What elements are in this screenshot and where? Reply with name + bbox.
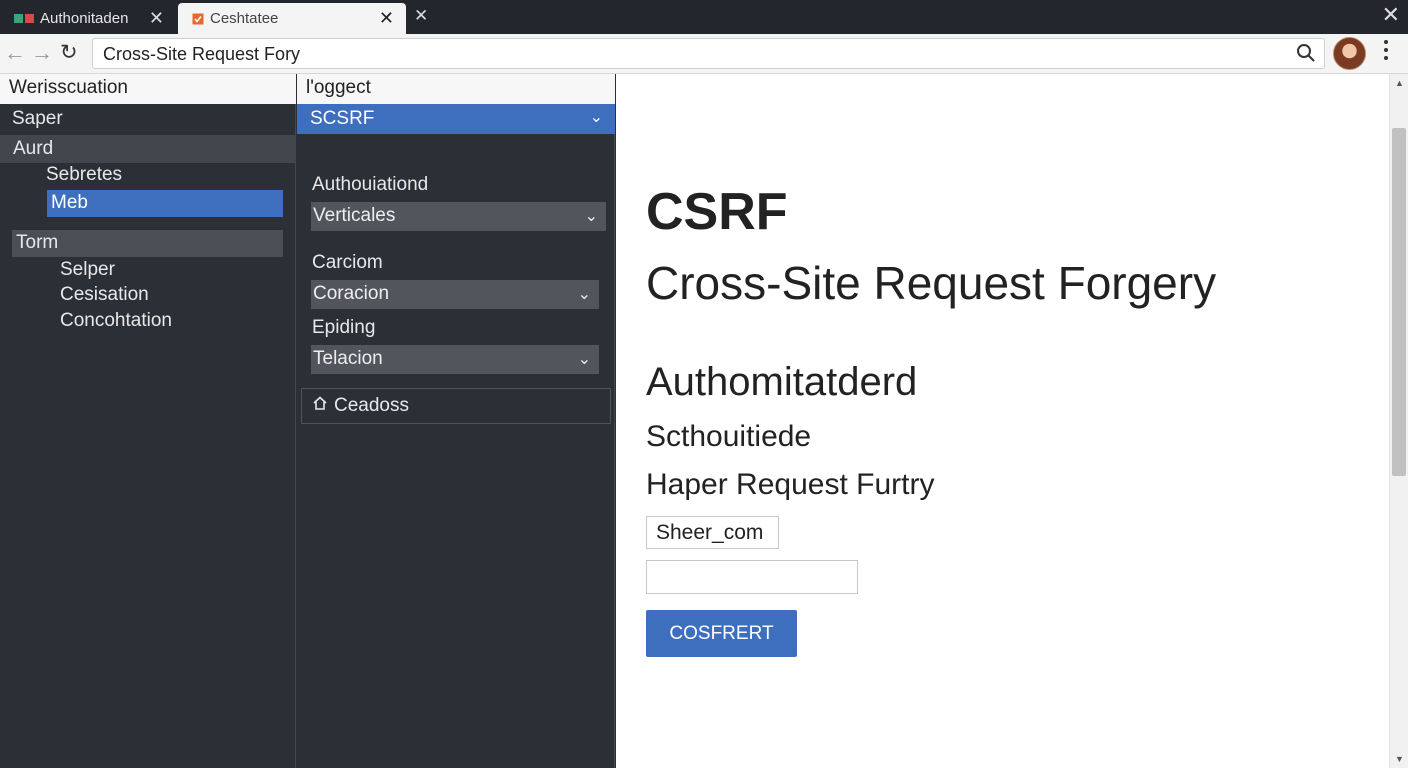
avatar[interactable]: [1333, 37, 1366, 70]
attack-type-select[interactable]: SCSRF ⌄: [297, 104, 615, 134]
search-icon[interactable]: [1296, 43, 1316, 68]
sidebar-item-saper[interactable]: Saper: [12, 108, 63, 130]
url-text[interactable]: Cross-Site Request Fory: [103, 44, 300, 65]
chevron-down-icon: ⌄: [577, 286, 591, 303]
reload-icon[interactable]: ↻: [60, 40, 78, 65]
tab-favicon: [192, 13, 204, 25]
close-icon[interactable]: ✕: [149, 8, 164, 29]
main-content: CSRF Cross-Site Request Forgery Authomit…: [616, 74, 1389, 768]
sidebar-item-selper[interactable]: Selper: [60, 259, 115, 281]
sidebar-header: Werisscuation: [0, 74, 296, 104]
sidebar-item-sebretes[interactable]: Sebretes: [46, 164, 122, 186]
home-icon: [312, 395, 328, 417]
window-close-icon[interactable]: ✕: [1382, 2, 1400, 28]
options-panel: l'oggect SCSRF ⌄ Authouiationd Verticale…: [297, 74, 615, 768]
scroll-down-icon[interactable]: ▼: [1395, 754, 1404, 764]
sidebar-item-concohtation[interactable]: Concohtation: [60, 310, 172, 332]
kebab-menu-icon[interactable]: [1380, 40, 1392, 60]
close-icon[interactable]: ✕: [414, 6, 428, 26]
back-arrow-icon[interactable]: ←: [4, 40, 26, 66]
button-label: Ceadoss: [334, 395, 409, 416]
tab-title: Authonitaden: [40, 10, 129, 27]
submit-button[interactable]: COSFRERT: [646, 610, 797, 657]
domain-input[interactable]: [646, 516, 779, 549]
browser-toolbar: ← → ↻ Cross-Site Request Fory: [0, 34, 1408, 74]
section-text: Haper Request Furtry: [646, 468, 935, 501]
chevron-down-icon: ⌄: [577, 351, 591, 368]
sidebar: Werisscuation Saper Aurd Sebretes Meb To…: [0, 74, 296, 768]
scrollbar-thumb[interactable]: [1392, 128, 1406, 476]
text-input[interactable]: [646, 560, 858, 594]
scrollbar[interactable]: ▲ ▼: [1389, 74, 1408, 768]
dropdown-coracion[interactable]: Coracion ⌄: [311, 280, 599, 309]
page-title: CSRF: [646, 183, 788, 241]
dropdown-value: Coracion: [313, 283, 390, 304]
dropdown-telacion[interactable]: Telacion ⌄: [311, 345, 599, 374]
dropdown-value: Verticales: [313, 205, 396, 226]
field-label: Authouiationd: [312, 174, 429, 195]
ceadoss-button[interactable]: Ceadoss: [301, 388, 611, 424]
sidebar-item-cesisation[interactable]: Cesisation: [60, 284, 149, 306]
address-bar[interactable]: Cross-Site Request Fory: [92, 38, 1325, 69]
section-text: Scthouitiede: [646, 420, 812, 453]
tab-ceshtatee[interactable]: Ceshtatee ✕: [178, 3, 406, 34]
page-subtitle: Cross-Site Request Forgery: [646, 257, 1217, 309]
scroll-up-icon[interactable]: ▲: [1395, 78, 1404, 88]
field-label: Epiding: [312, 317, 376, 338]
field-label: Carciom: [312, 252, 383, 273]
dropdown-verticales[interactable]: Verticales ⌄: [311, 202, 606, 231]
close-icon[interactable]: ✕: [379, 8, 394, 29]
select-value: SCSRF: [310, 108, 375, 129]
sidebar-item-torm[interactable]: Torm: [12, 230, 283, 257]
tab-authonitaden[interactable]: Authonitaden ✕: [0, 3, 178, 34]
section-heading: Authomitatderd: [646, 360, 918, 404]
chevron-down-icon: ⌄: [584, 208, 598, 225]
tab-title: Ceshtatee: [210, 10, 279, 27]
tab-favicon: [14, 14, 34, 23]
sidebar-item-meb[interactable]: Meb: [47, 190, 283, 217]
panel-header: l'oggect: [297, 74, 615, 104]
sidebar-item-aurd[interactable]: Aurd: [0, 135, 296, 163]
tab-bar: Authonitaden ✕ Ceshtatee ✕ ✕ ✕: [0, 0, 1408, 34]
chevron-down-icon: ⌄: [589, 109, 603, 126]
dropdown-value: Telacion: [313, 348, 383, 369]
forward-arrow-icon[interactable]: →: [31, 40, 53, 66]
